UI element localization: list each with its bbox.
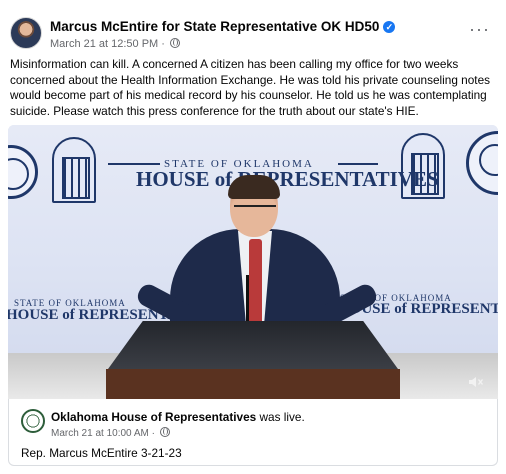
live-timestamp[interactable]: March 21 at 10:00 AM <box>51 428 149 439</box>
mute-glyph <box>469 377 484 387</box>
globe-icon <box>170 38 181 48</box>
video-player[interactable]: STATE OF OKLAHOMA HOUSE of REPRESENTATIV… <box>8 125 498 399</box>
globe-icon <box>159 427 170 437</box>
podium-base <box>106 369 400 399</box>
live-page-name[interactable]: Oklahoma House of Representatives <box>51 410 256 424</box>
shared-live-card[interactable]: Oklahoma House of Representatives was li… <box>8 399 498 466</box>
verified-badge-icon: ✓ <box>383 21 396 33</box>
post-timestamp[interactable]: March 21 at 12:50 PM <box>50 38 158 50</box>
speaker-hair <box>228 175 280 199</box>
facebook-post: Marcus McEntire for State Representative… <box>0 0 506 474</box>
podium-top <box>108 321 398 369</box>
live-meta: March 21 at 10:00 AM · <box>51 427 170 439</box>
page-avatar[interactable] <box>21 409 45 433</box>
more-options-button[interactable]: ··· <box>469 19 490 40</box>
author-name-text[interactable]: Marcus McEntire for State Representative… <box>50 19 379 34</box>
meta-separator: · <box>161 38 165 50</box>
banner-rule <box>108 163 160 165</box>
live-separator: · <box>151 428 155 439</box>
live-caption: Rep. Marcus McEntire 3-21-23 <box>21 446 182 460</box>
banner-rule <box>338 163 378 165</box>
post-header: Marcus McEntire for State Representative… <box>10 17 496 51</box>
author-name[interactable]: Marcus McEntire for State Representative… <box>50 19 396 34</box>
state-seal-icon <box>466 131 498 195</box>
capitol-arch-icon <box>52 137 96 203</box>
state-seal-icon <box>8 145 38 199</box>
live-title: Oklahoma House of Representatives was li… <box>51 410 305 424</box>
speaker-muted-icon[interactable] <box>468 375 484 392</box>
author-avatar[interactable] <box>10 17 42 49</box>
post-text: Misinformation can kill. A concerned A c… <box>10 57 491 118</box>
speaker-glasses <box>234 205 276 215</box>
live-status: was live. <box>259 410 305 424</box>
post-meta: March 21 at 12:50 PM · <box>50 38 181 50</box>
